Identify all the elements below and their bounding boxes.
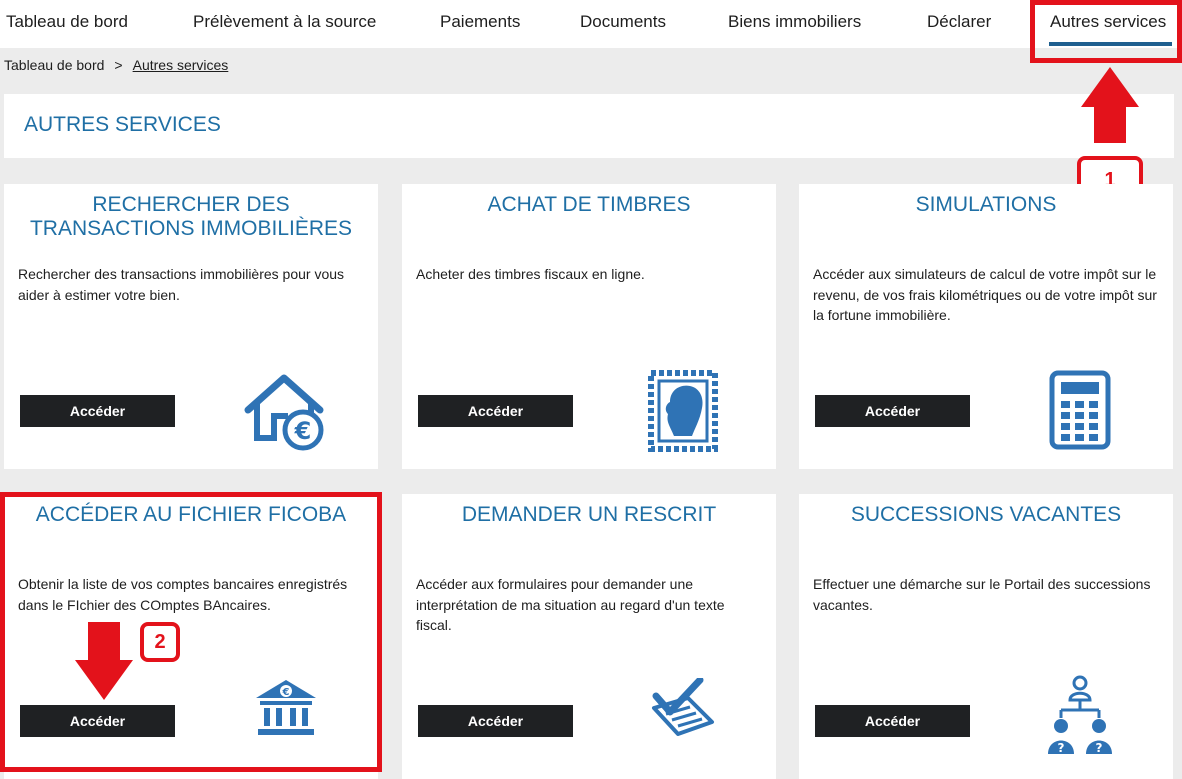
breadcrumb-home[interactable]: Tableau de bord — [4, 57, 104, 73]
top-navigation: Tableau de bord Prélèvement à la source … — [0, 0, 1182, 48]
highlight-box-autres-services — [1030, 0, 1182, 63]
card-title: ACHAT DE TIMBRES — [487, 193, 691, 216]
page-title: AUTRES SERVICES — [24, 113, 221, 136]
breadcrumb: Tableau de bord > Autres services — [4, 57, 228, 73]
highlight-box-ficoba — [0, 492, 382, 772]
card-demander-un-rescrit: DEMANDER UN RESCRIT Accéder aux formulai… — [402, 494, 776, 779]
card-description: Accéder aux simulateurs de calcul de vot… — [813, 266, 1157, 323]
acceder-button-timbres[interactable]: Accéder — [418, 395, 573, 427]
card-description: Rechercher des transactions immobilières… — [18, 266, 345, 303]
nav-item-biens-immobiliers[interactable]: Biens immobiliers — [728, 12, 861, 32]
calculator-icon — [1049, 370, 1111, 450]
breadcrumb-separator: > — [114, 57, 123, 73]
nav-item-documents[interactable]: Documents — [580, 12, 666, 32]
house-euro-icon: € — [244, 374, 324, 451]
up-arrow-annotation-icon — [1081, 67, 1139, 143]
card-title: SUCCESSIONS VACANTES — [850, 503, 1122, 526]
nav-item-tableau-de-bord[interactable]: Tableau de bord — [6, 12, 128, 32]
acceder-button-rescrit[interactable]: Accéder — [418, 705, 573, 737]
card-description: Accéder aux formulaires pour demander un… — [416, 576, 725, 633]
card-description: Effectuer une démarche sur le Portail de… — [813, 576, 1151, 613]
card-transactions-immobilieres: RECHERCHER DES TRANSACTIONS IMMOBILIÈRES… — [4, 184, 378, 469]
page-title-panel: AUTRES SERVICES — [4, 94, 1174, 158]
nav-item-prelevement-a-la-source[interactable]: Prélèvement à la source — [193, 12, 376, 32]
nav-item-paiements[interactable]: Paiements — [440, 12, 520, 32]
card-title: RECHERCHER DES TRANSACTIONS IMMOBILIÈRES — [29, 193, 353, 240]
svg-text:?: ? — [1058, 741, 1065, 755]
card-achat-de-timbres: ACHAT DE TIMBRES Acheter des timbres fis… — [402, 184, 776, 469]
card-title: DEMANDER UN RESCRIT — [461, 503, 717, 526]
acceder-button-successions[interactable]: Accéder — [815, 705, 970, 737]
hierarchy-people-icon: ? ? — [1048, 675, 1112, 755]
card-description: Acheter des timbres fiscaux en ligne. — [416, 266, 645, 282]
down-arrow-annotation-icon — [75, 622, 133, 700]
svg-text:?: ? — [1096, 741, 1103, 755]
step-2-badge: 2 — [140, 622, 180, 662]
stamp-icon — [648, 370, 718, 452]
acceder-button-simulations[interactable]: Accéder — [815, 395, 970, 427]
step-2-label: 2 — [154, 630, 166, 653]
card-simulations: SIMULATIONS Accéder aux simulateurs de c… — [799, 184, 1173, 469]
card-successions-vacantes: SUCCESSIONS VACANTES Effectuer une démar… — [799, 494, 1173, 779]
svg-text:€: € — [294, 417, 312, 445]
card-title: SIMULATIONS — [915, 193, 1057, 216]
nav-item-declarer[interactable]: Déclarer — [927, 12, 991, 32]
breadcrumb-current[interactable]: Autres services — [133, 57, 229, 73]
acceder-button-transactions[interactable]: Accéder — [20, 395, 175, 427]
checked-document-icon — [652, 678, 714, 736]
